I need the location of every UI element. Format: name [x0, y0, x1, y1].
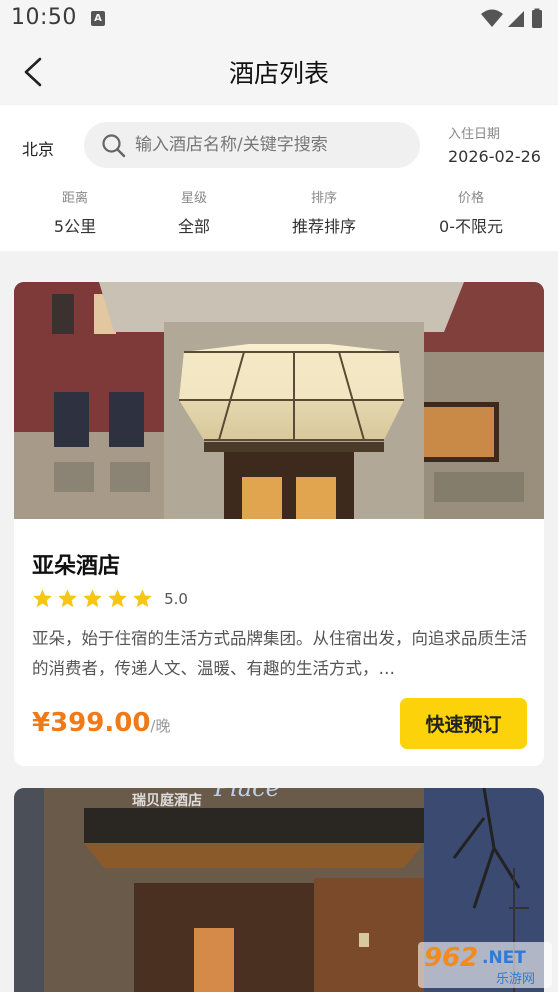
star-rating: 5.0 — [32, 588, 188, 610]
checkin-date-value[interactable]: 2026-02-26 — [448, 147, 541, 166]
filter-star-value: 全部 — [177, 217, 210, 236]
quick-book-button[interactable]: 快速预订 — [400, 698, 527, 749]
filter-price[interactable]: 价格 0-不限元 — [416, 187, 526, 237]
watermark-number: 962 — [424, 943, 479, 973]
app-header: 酒店列表 — [0, 38, 558, 104]
checkin-date-label: 入住日期 — [448, 127, 501, 142]
watermark-suffix: .NET — [482, 948, 526, 968]
filter-star-label: 星级 — [180, 191, 207, 206]
wifi-icon — [481, 9, 503, 27]
star-icon — [58, 589, 77, 608]
star-icon — [133, 589, 152, 608]
filter-sort-value: 推荐排序 — [291, 217, 356, 236]
star-icon — [108, 589, 127, 608]
rating-score: 5.0 — [164, 589, 188, 608]
status-bar: 10:50 A — [0, 0, 558, 38]
hotel-name: 亚朵酒店 — [32, 554, 121, 579]
hotel-sign-brand: Place — [214, 788, 280, 802]
battery-icon — [532, 10, 542, 28]
search-icon — [102, 134, 126, 158]
signal-icon — [508, 11, 524, 27]
notification-a-icon: A — [91, 11, 105, 26]
watermark-subtitle: 乐游网 — [496, 972, 536, 987]
page-title: 酒店列表 — [228, 59, 329, 88]
status-time: 10:50 — [11, 5, 77, 30]
hotel-card[interactable]: 亚朵酒店 5.0 亚朵，始于住宿的生活方式品牌集团。从住宿出发，向追求品质生活的… — [14, 282, 544, 766]
search-box[interactable] — [84, 122, 420, 168]
watermark-logo: 962 .NET 乐游网 — [418, 942, 552, 988]
filter-distance-label: 距离 — [61, 191, 88, 206]
hotel-photo — [14, 282, 544, 519]
filter-distance[interactable]: 距离 5公里 — [20, 187, 130, 237]
hotel-price: ¥399.00/晚 — [32, 708, 170, 738]
hotel-description: 亚朵，始于住宿的生活方式品牌集团。从住宿出发，向追求品质生活的消费者，传递人文、… — [32, 629, 527, 678]
filter-sort[interactable]: 排序 推荐排序 — [269, 187, 379, 237]
filter-sort-label: 排序 — [310, 191, 337, 206]
price-amount: ¥399.00 — [32, 708, 151, 738]
search-input[interactable] — [135, 122, 407, 168]
status-icons — [481, 8, 542, 28]
filter-distance-value: 5公里 — [53, 217, 97, 236]
city-selector[interactable]: 北京 — [22, 136, 54, 160]
hotel-sign-chinese: 瑞贝庭酒店 — [132, 793, 202, 809]
price-unit: /晚 — [150, 717, 171, 735]
filter-panel: 北京 入住日期 2026-02-26 距离 5公里 星级 全部 排序 推荐排序 … — [0, 105, 558, 251]
filter-price-value: 0-不限元 — [439, 217, 503, 236]
filter-price-label: 价格 — [457, 191, 484, 206]
star-icon — [33, 589, 52, 608]
filter-star-level[interactable]: 星级 全部 — [139, 187, 249, 237]
star-icon — [83, 589, 102, 608]
